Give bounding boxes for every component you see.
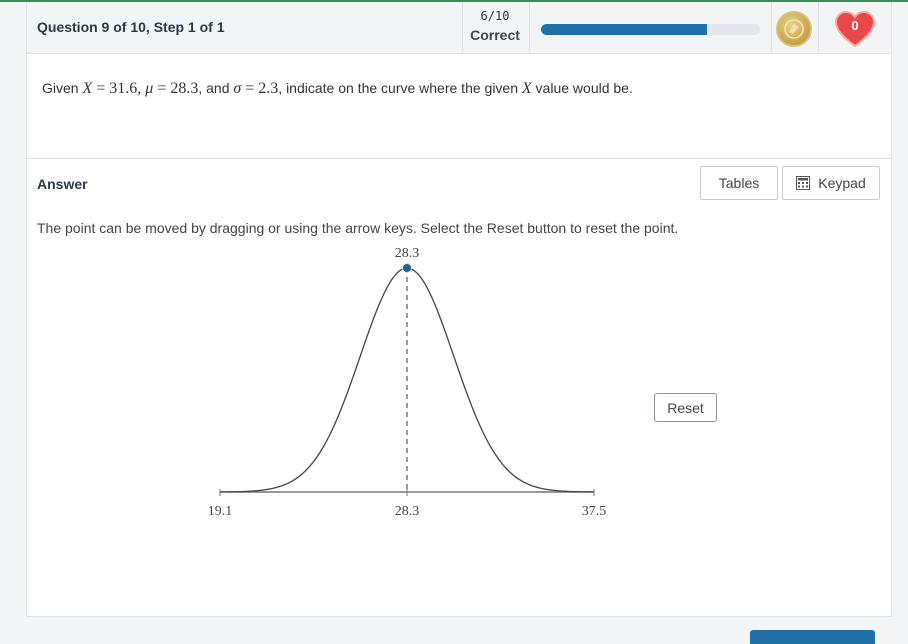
x-ticks: 19.1 28.3 37.5 [208, 489, 607, 519]
reset-button[interactable]: Reset [654, 393, 717, 422]
x-tick-label: 37.5 [582, 504, 607, 519]
x-tick-label: 19.1 [208, 504, 233, 519]
normal-curve-chart: 19.1 28.3 37.5 28.3 [208, 246, 607, 519]
draggable-point[interactable] [402, 263, 412, 273]
x-tick-label: 28.3 [395, 504, 420, 519]
point-value-label: 28.3 [395, 246, 420, 261]
submit-button[interactable] [750, 630, 875, 644]
